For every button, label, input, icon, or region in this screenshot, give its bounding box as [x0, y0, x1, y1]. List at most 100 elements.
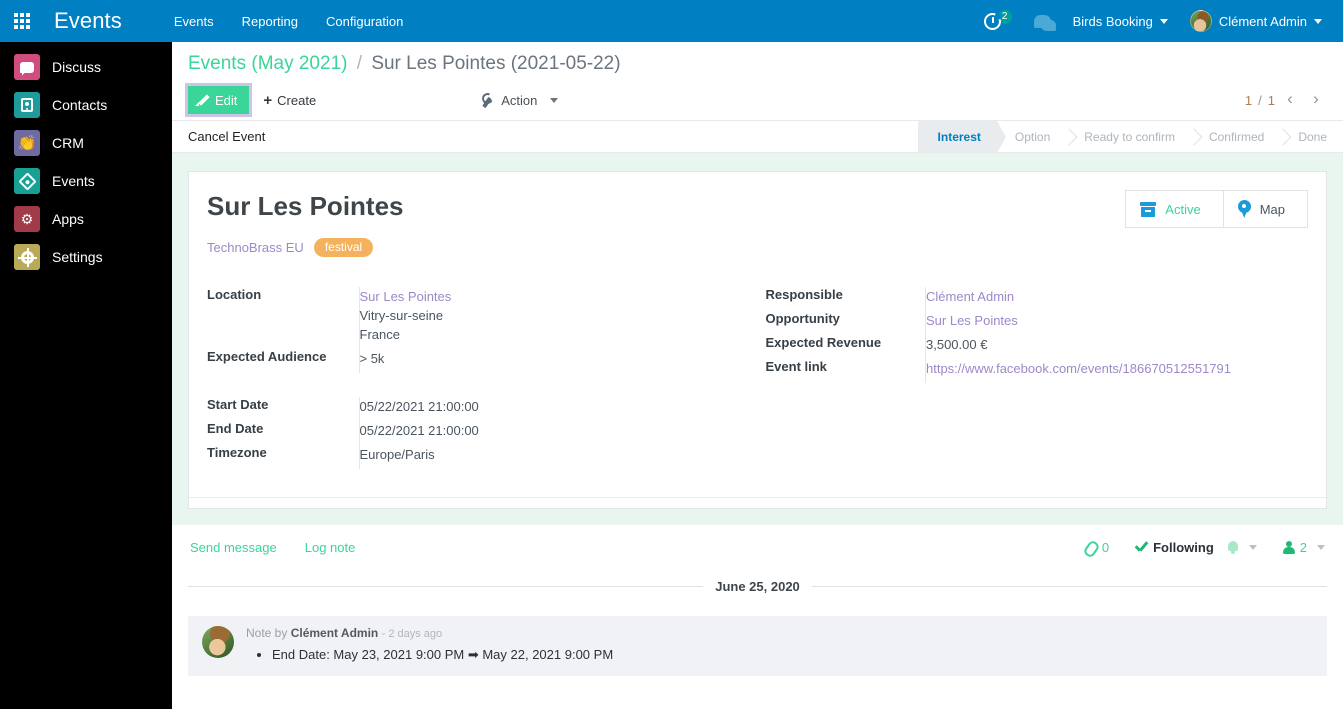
start-date-value: 05/22/2021 21:00:00: [359, 398, 479, 414]
pager-separator: /: [1258, 92, 1262, 108]
apps-icon: ⚙: [14, 206, 40, 232]
sidebar-item-events[interactable]: Events: [0, 162, 172, 200]
log-note-button[interactable]: Log note: [305, 540, 356, 555]
user-menu[interactable]: Clément Admin: [1179, 0, 1333, 42]
form-columns: Location Sur Les Pointes Vitry-sur-seine…: [207, 286, 1308, 469]
field-label-timezone: Timezone: [207, 444, 267, 460]
cancel-event-button[interactable]: Cancel Event: [188, 129, 265, 144]
edit-button-label: Edit: [215, 92, 238, 108]
chevron-down-icon: [1159, 18, 1168, 24]
action-dropdown-button[interactable]: Action: [476, 92, 564, 109]
field-row-timezone: Timezone Europe/Paris: [207, 444, 728, 469]
apps-menu-toggle[interactable]: [0, 0, 44, 42]
opportunity-link[interactable]: Sur Les Pointes: [926, 311, 1308, 330]
status-step-option[interactable]: Option: [996, 121, 1067, 152]
field-row-end-date: End Date 05/22/2021 21:00:00: [207, 420, 728, 445]
bell-icon[interactable]: [1227, 541, 1239, 555]
pager: 1 / 1 ‹ ›: [1245, 87, 1327, 113]
message-body: Note by Clément Admin - 2 days ago End D…: [246, 626, 1315, 664]
end-date-value: 05/22/2021 21:00:00: [359, 422, 479, 438]
chevron-down-icon[interactable]: [1317, 545, 1325, 551]
attachment-count: 0: [1101, 540, 1110, 556]
field-row-responsible: Responsible Clément Admin: [766, 286, 1308, 311]
nav-item-reporting[interactable]: Reporting: [228, 0, 312, 42]
attachments-button[interactable]: 0: [1084, 540, 1109, 555]
field-value-expected-audience: > 5k: [358, 348, 728, 373]
field-value-location: Sur Les Pointes Vitry-sur-seine France: [358, 286, 728, 349]
form-sheet-background: Sur Les Pointes TechnoBrass EU festival …: [172, 153, 1343, 525]
form-sheet: Sur Les Pointes TechnoBrass EU festival …: [188, 171, 1327, 509]
pencil-icon: [197, 94, 209, 106]
action-button-label: Action: [501, 92, 538, 108]
stat-button-active[interactable]: Active: [1126, 191, 1223, 227]
sidebar-item-contacts[interactable]: Contacts: [0, 86, 172, 124]
event-link-url[interactable]: https://www.facebook.com/events/18667051…: [926, 359, 1308, 378]
responsible-link[interactable]: Clément Admin: [926, 287, 1308, 306]
field-value-opportunity: Sur Les Pointes: [925, 310, 1308, 335]
message-timestamp: - 2 days ago: [381, 627, 443, 640]
stat-button-label: Active: [1165, 201, 1201, 217]
message-author[interactable]: Clément Admin: [291, 626, 379, 640]
person-icon: [1283, 541, 1296, 555]
message-line: End Date: May 23, 2021 9:00 PM ➡ May 22,…: [272, 646, 1315, 664]
field-value-timezone: Europe/Paris: [358, 444, 728, 469]
form-subtitle-row: TechnoBrass EU festival: [207, 237, 1125, 257]
contacts-icon: [14, 92, 40, 118]
stat-button-map[interactable]: Map: [1222, 191, 1307, 227]
page-title: Sur Les Pointes: [207, 191, 404, 221]
expected-revenue-value: 3,500.00 €: [926, 336, 988, 352]
location-name-link[interactable]: Sur Les Pointes: [360, 287, 728, 306]
field-label-opportunity: Opportunity: [765, 310, 840, 326]
field-group-spacer: [207, 373, 728, 397]
field-row-event-link: Event link https://www.facebook.com/even…: [766, 358, 1308, 383]
company-switcher[interactable]: Birds Booking: [1062, 0, 1179, 42]
navbar-menu: Events Reporting Configuration: [160, 0, 417, 42]
status-pipeline: Interest Option Ready to confirm Confirm…: [917, 120, 1343, 153]
field-label-start-date: Start Date: [207, 396, 269, 412]
nav-item-configuration[interactable]: Configuration: [312, 0, 417, 42]
sidebar-item-discuss[interactable]: Discuss: [0, 48, 172, 86]
field-label-location: Location: [207, 286, 262, 302]
send-message-button[interactable]: Send message: [190, 540, 277, 555]
nav-item-events[interactable]: Events: [160, 0, 228, 42]
archive-box-icon: [1140, 201, 1157, 217]
followers-button[interactable]: 2: [1283, 540, 1325, 555]
follow-toggle[interactable]: Following: [1135, 540, 1257, 555]
field-label-end-date: End Date: [207, 420, 264, 436]
create-button[interactable]: + Create: [263, 93, 316, 108]
chatter-tool-group: 0 Following 2: [1058, 540, 1325, 555]
pager-next-button[interactable]: ›: [1305, 87, 1327, 113]
status-bar-row: Cancel Event Interest Option Ready to co…: [172, 120, 1343, 153]
expected-audience-value: > 5k: [359, 350, 385, 366]
divider: [188, 585, 704, 587]
sidebar-item-crm[interactable]: 👏 CRM: [0, 124, 172, 162]
pager-current: 1: [1244, 92, 1253, 108]
timezone-value: Europe/Paris: [359, 446, 435, 462]
field-value-responsible: Clément Admin: [925, 286, 1308, 311]
edit-button[interactable]: Edit: [184, 83, 253, 117]
message-header: Note by Clément Admin - 2 days ago: [246, 626, 1315, 640]
breadcrumb-parent[interactable]: Events (May 2021): [188, 53, 347, 74]
status-step-ready-to-confirm[interactable]: Ready to confirm: [1066, 121, 1191, 152]
form-column-left: Location Sur Les Pointes Vitry-sur-seine…: [207, 286, 758, 469]
status-step-confirmed[interactable]: Confirmed: [1190, 121, 1281, 152]
sidebar-item-apps[interactable]: ⚙ Apps: [0, 200, 172, 238]
create-button-label: Create: [277, 92, 317, 108]
field-label-expected-audience: Expected Audience: [207, 348, 327, 364]
app-brand-name[interactable]: Events: [54, 8, 122, 34]
company-name: Birds Booking: [1072, 13, 1153, 29]
partner-link[interactable]: TechnoBrass EU: [207, 240, 304, 255]
followers-count: 2: [1299, 540, 1307, 556]
field-group-right: Responsible Clément Admin Opportunity Su…: [765, 286, 1308, 383]
field-value-expected-revenue: 3,500.00 €: [925, 334, 1308, 359]
status-step-interest[interactable]: Interest: [917, 120, 1007, 153]
user-name: Clément Admin: [1218, 13, 1307, 29]
sidebar-item-settings[interactable]: Settings: [0, 238, 172, 276]
field-group-left: Location Sur Les Pointes Vitry-sur-seine…: [207, 286, 728, 469]
field-row-location: Location Sur Les Pointes Vitry-sur-seine…: [207, 286, 728, 349]
activity-clock-icon: [983, 12, 1001, 30]
messaging-menu-button[interactable]: [1023, 0, 1062, 42]
pager-previous-button[interactable]: ‹: [1279, 87, 1301, 113]
activity-menu-button[interactable]: 2: [973, 0, 1023, 42]
chevron-down-icon[interactable]: [1248, 545, 1257, 551]
